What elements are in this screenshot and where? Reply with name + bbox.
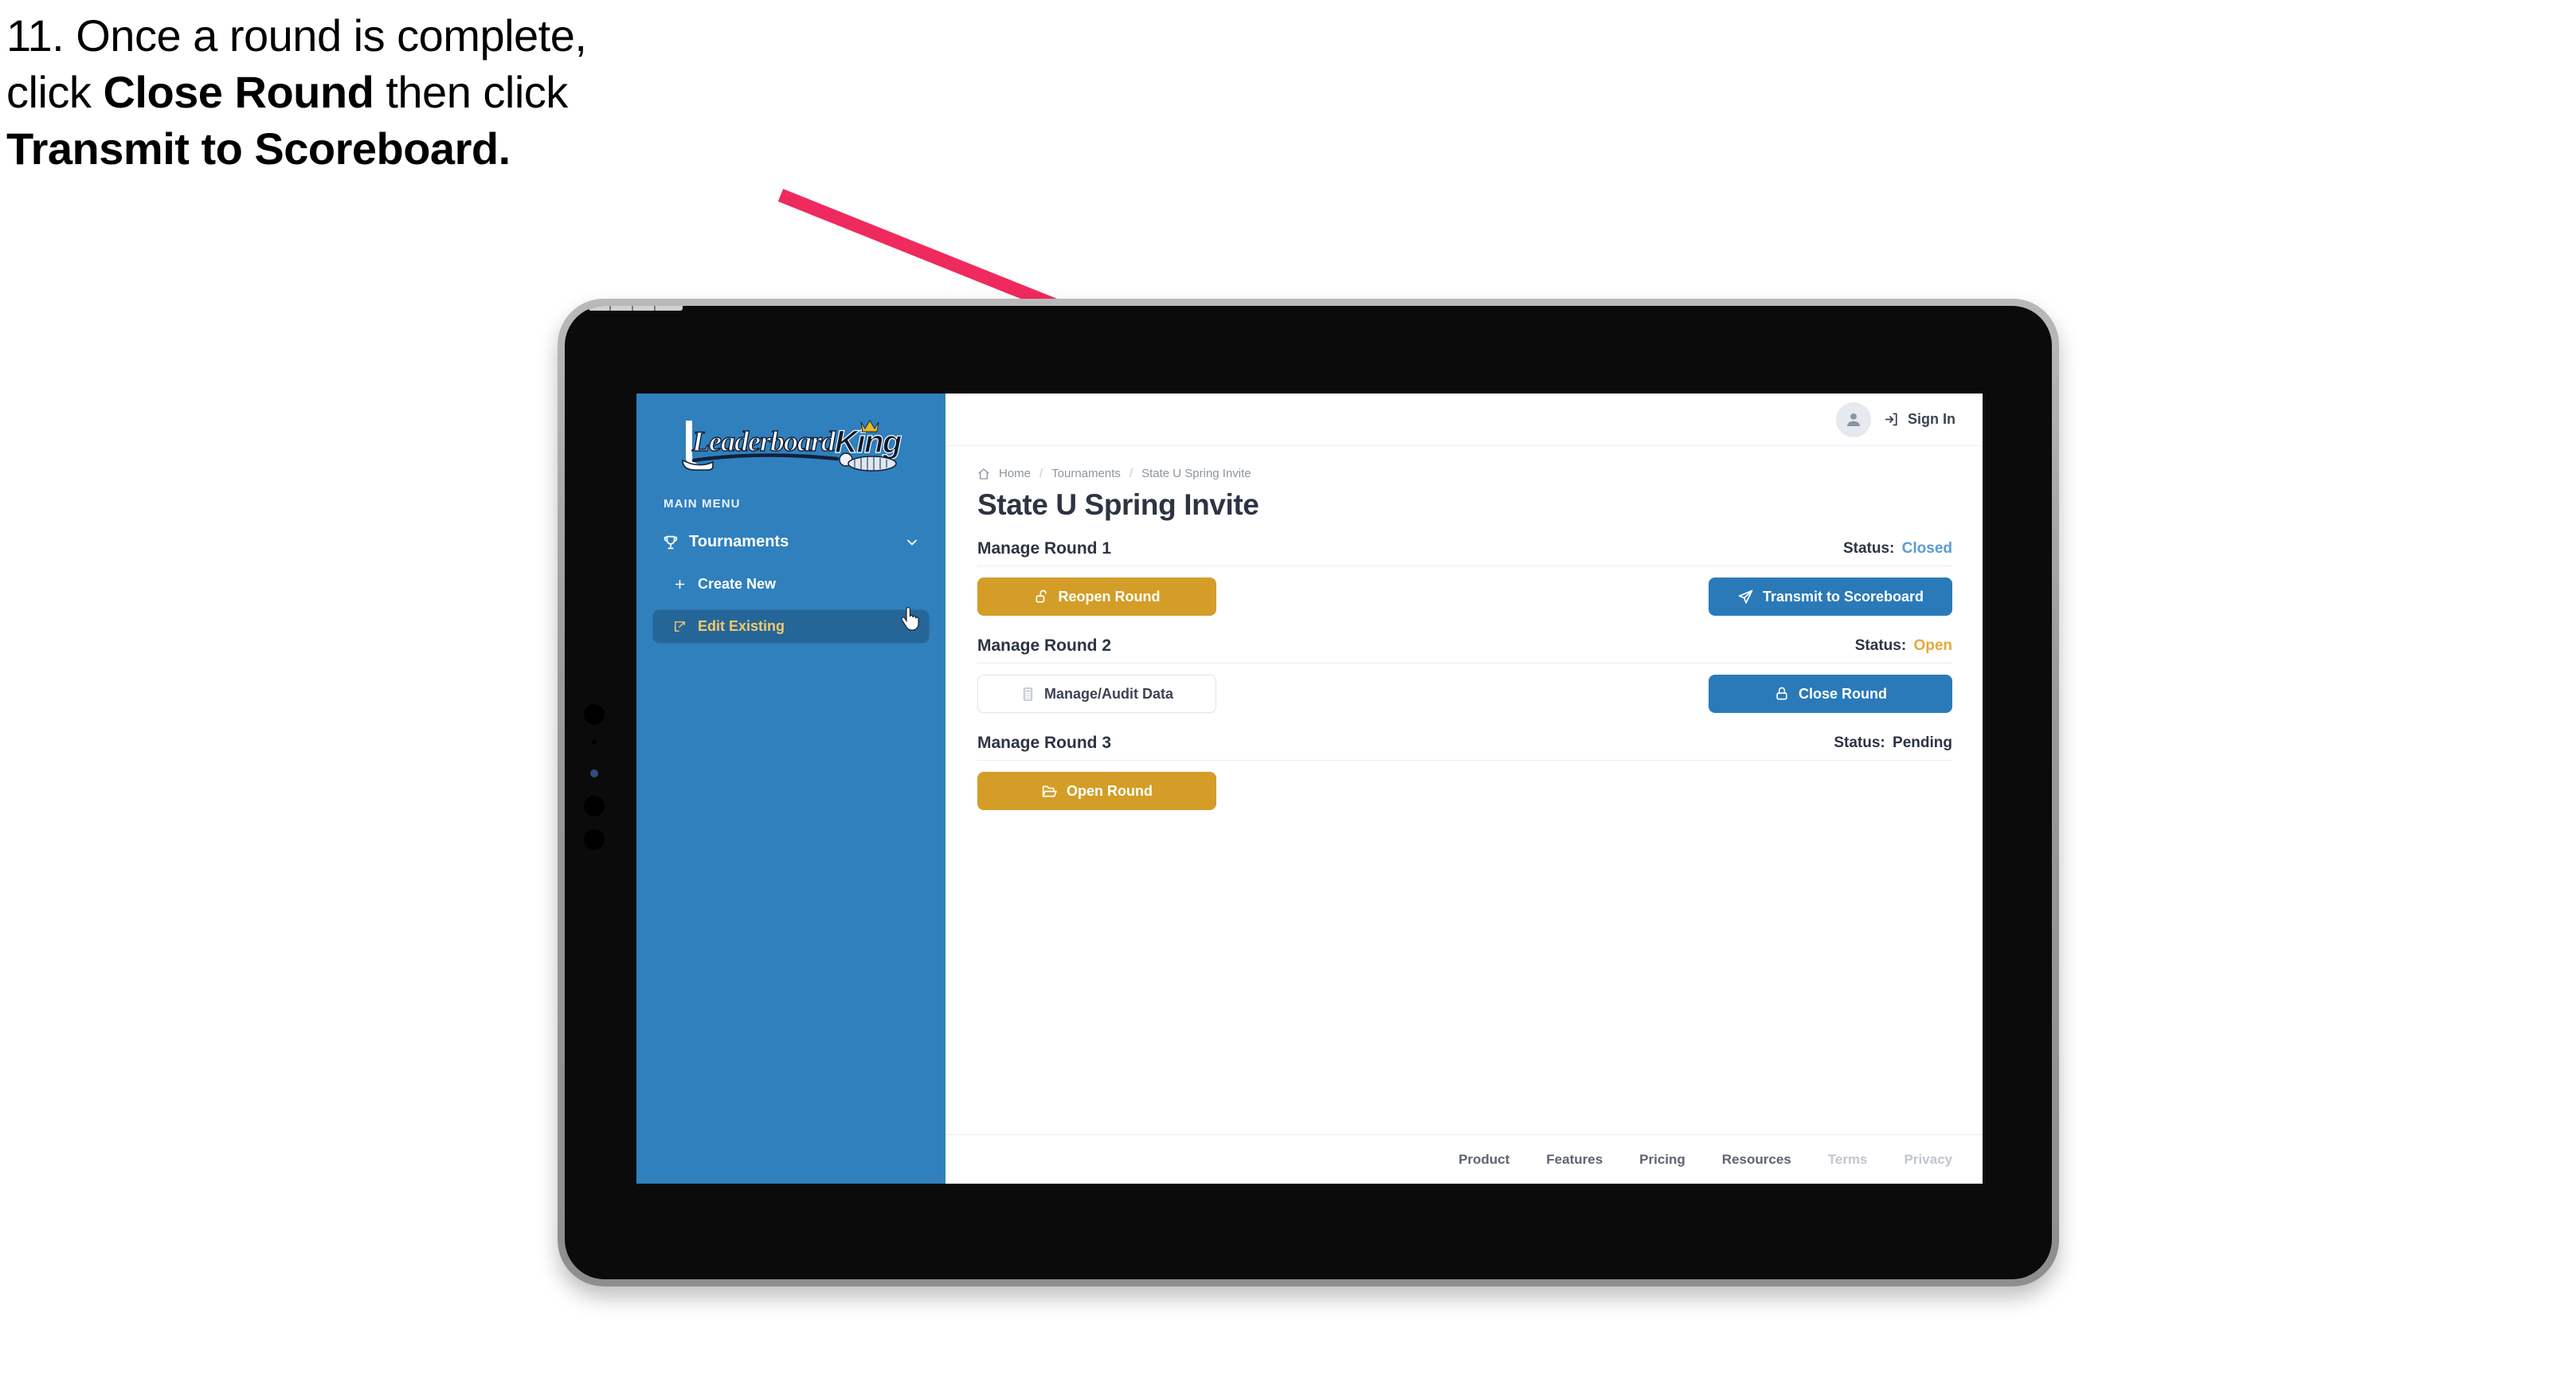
device-antenna-strip	[589, 306, 683, 311]
manage-audit-data-button[interactable]: Manage/Audit Data	[977, 675, 1216, 713]
edit-square-icon	[673, 620, 687, 633]
page-title: State U Spring Invite	[977, 488, 1259, 521]
button-label: Close Round	[1799, 685, 1887, 702]
leaderboard-king-logo-icon: Leaderboard King	[682, 420, 903, 472]
sign-in-button[interactable]: Sign In	[1884, 411, 1955, 428]
app-topbar: Sign In	[945, 393, 1983, 446]
device-led-indicator	[590, 769, 598, 777]
footer-link-product[interactable]: Product	[1458, 1152, 1509, 1168]
reopen-round-button[interactable]: Reopen Round	[977, 578, 1216, 616]
round-actions: Manage/Audit Data Close Round	[977, 675, 1952, 713]
round-status: Status: Pending	[1834, 734, 1952, 752]
round-header: Manage Round 1 Status: Closed	[977, 539, 1952, 566]
breadcrumb-item-tournaments[interactable]: Tournaments	[1051, 467, 1121, 480]
page-content: Home / Tournaments / State U Spring Invi…	[945, 446, 1983, 1134]
transmit-to-scoreboard-button[interactable]: Transmit to Scoreboard	[1709, 578, 1952, 616]
sidebar-item-label: Edit Existing	[698, 618, 785, 634]
breadcrumb-separator: /	[1039, 467, 1043, 480]
unlock-icon	[1034, 589, 1050, 605]
chevron-down-icon[interactable]	[904, 534, 920, 550]
round-status: Status: Closed	[1843, 540, 1952, 558]
lock-icon	[1774, 686, 1790, 702]
poster-root: 11. Once a round is complete, click Clos…	[0, 0, 2576, 1386]
calculator-icon	[1020, 687, 1035, 702]
footer-link-resources[interactable]: Resources	[1722, 1152, 1791, 1168]
caption-line-2: click Close Round then click	[6, 69, 851, 116]
caption-line-2-post: then click	[374, 66, 568, 117]
round-block-3: Manage Round 3 Status: Pending Open Roun…	[977, 734, 1952, 810]
sign-in-arrow-icon	[1884, 411, 1901, 428]
footer-link-privacy[interactable]: Privacy	[1905, 1152, 1953, 1168]
breadcrumb-item-home[interactable]: Home	[999, 467, 1031, 480]
device-sensor-dot	[584, 704, 605, 725]
caption-line-1: 11. Once a round is complete,	[6, 10, 587, 61]
sidebar-item-label: Create New	[698, 576, 777, 592]
status-label: Status:	[1834, 734, 1885, 751]
status-badge: Pending	[1893, 734, 1952, 751]
tablet-bezel: Leaderboard King MAIN MENU Tournaments C…	[565, 306, 2052, 1279]
breadcrumb-item-current: State U Spring Invite	[1141, 467, 1251, 480]
app-main: Sign In Home / Tournaments / State U Spr…	[945, 393, 1983, 1184]
breadcrumb: Home / Tournaments / State U Spring Invi…	[977, 467, 1952, 480]
sidebar-item-create-new[interactable]: Create New	[652, 567, 930, 601]
round-actions: Open Round	[977, 772, 1952, 810]
device-sensor-dot	[592, 740, 597, 745]
footer-link-terms[interactable]: Terms	[1828, 1152, 1868, 1168]
round-title: Manage Round 3	[977, 734, 1112, 752]
caption-bold-close-round: Close Round	[103, 66, 374, 117]
device-sensor-dot	[584, 829, 605, 850]
folder-open-icon	[1041, 783, 1058, 800]
device-sensor-dot	[584, 796, 605, 816]
sidebar-item-tournaments[interactable]: Tournaments	[652, 525, 930, 559]
tablet-screen: Leaderboard King MAIN MENU Tournaments C…	[636, 393, 1983, 1184]
status-badge: Open	[1913, 637, 1952, 654]
button-label: Open Round	[1067, 782, 1153, 799]
app-footer: Product Features Pricing Resources Terms…	[945, 1134, 1983, 1184]
brand-logo[interactable]: Leaderboard King	[636, 393, 945, 483]
sidebar-item-edit-existing[interactable]: Edit Existing	[652, 609, 930, 644]
button-label: Transmit to Scoreboard	[1762, 588, 1924, 605]
caption-line-2-pre: click	[6, 66, 104, 117]
round-header: Manage Round 3 Status: Pending	[977, 734, 1952, 761]
home-icon[interactable]	[977, 468, 990, 480]
sign-in-label: Sign In	[1908, 411, 1955, 427]
button-label: Reopen Round	[1058, 588, 1161, 605]
round-header: Manage Round 2 Status: Open	[977, 636, 1952, 664]
caption-line-3: Transmit to Scoreboard.	[6, 123, 851, 174]
trophy-icon	[662, 534, 679, 551]
open-round-button[interactable]: Open Round	[977, 772, 1216, 810]
close-round-button[interactable]: Close Round	[1709, 675, 1952, 713]
plus-icon	[673, 578, 687, 591]
user-avatar-icon[interactable]	[1836, 401, 1871, 437]
round-title: Manage Round 1	[977, 539, 1112, 558]
button-label: Manage/Audit Data	[1043, 685, 1174, 702]
caption-bold-transmit: Transmit to Scoreboard.	[6, 123, 511, 174]
tablet-device: Leaderboard King MAIN MENU Tournaments C…	[558, 299, 2059, 1286]
round-actions: Reopen Round Transmit to Scoreboard	[977, 578, 1952, 616]
paper-plane-icon	[1737, 589, 1754, 605]
round-block-1: Manage Round 1 Status: Closed Reopen Rou…	[977, 539, 1952, 616]
round-block-2: Manage Round 2 Status: Open Manage/Audit…	[977, 636, 1952, 713]
footer-link-pricing[interactable]: Pricing	[1639, 1152, 1685, 1168]
sidebar-item-label: Tournaments	[689, 533, 789, 550]
breadcrumb-separator: /	[1129, 467, 1133, 480]
round-title: Manage Round 2	[977, 636, 1112, 655]
footer-link-features[interactable]: Features	[1546, 1152, 1603, 1168]
instruction-caption: 11. Once a round is complete, click Clos…	[6, 10, 851, 182]
status-label: Status:	[1854, 637, 1907, 654]
app-sidebar: Leaderboard King MAIN MENU Tournaments C…	[636, 393, 945, 1184]
status-badge: Closed	[1901, 540, 1952, 557]
sidebar-section-label: MAIN MENU	[664, 497, 741, 511]
status-label: Status:	[1842, 540, 1895, 557]
svg-text:Leaderboard: Leaderboard	[691, 425, 836, 457]
mouse-pointer-hand-cursor	[901, 607, 919, 631]
round-status: Status: Open	[1855, 637, 1952, 655]
